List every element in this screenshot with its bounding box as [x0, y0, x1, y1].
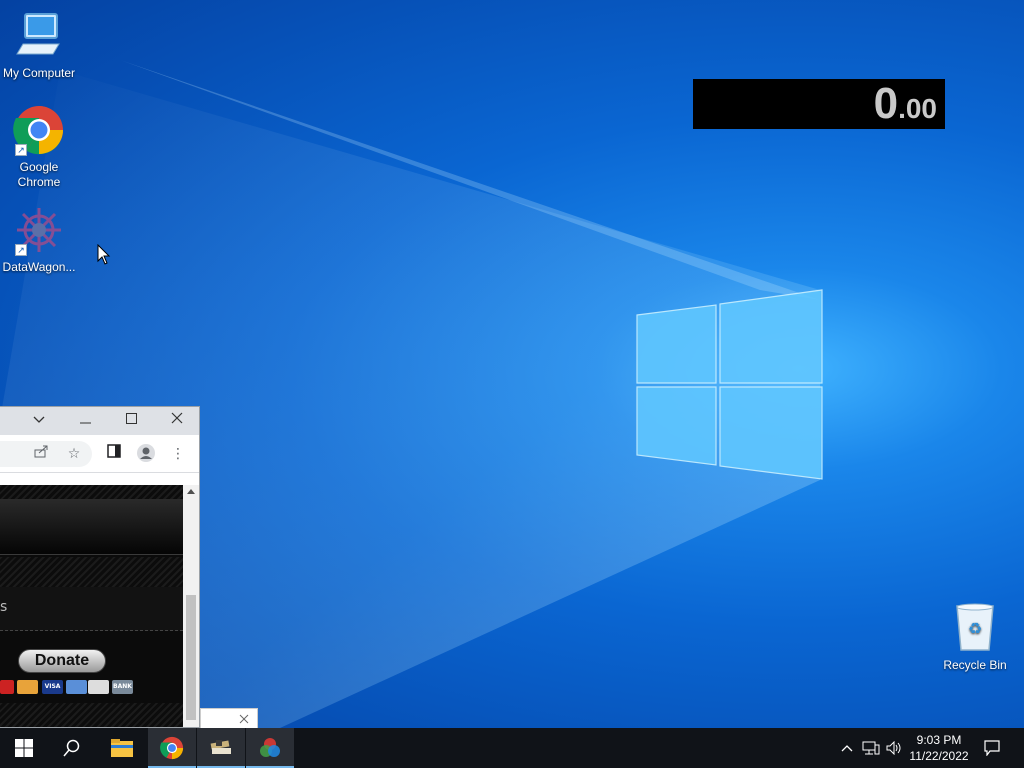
visa-icon: VISA — [42, 680, 63, 694]
taskbar-clock[interactable]: 9:03 PM 11/22/2022 — [905, 728, 973, 768]
color-triangle-icon — [260, 738, 280, 757]
tab-search-chevron-icon[interactable] — [23, 407, 55, 435]
recycle-bin-label: Recycle Bin — [943, 658, 1007, 672]
minimize-button[interactable] — [69, 407, 101, 435]
page-partial-text: s — [0, 599, 8, 615]
scrollbar-thumb[interactable] — [186, 595, 196, 720]
taskbar-color-app[interactable] — [246, 728, 294, 768]
page-section: s — [0, 587, 183, 631]
datawagon-desktop-icon[interactable]: ↗ DataWagon... — [0, 204, 78, 275]
chrome-icon — [160, 736, 184, 760]
maximize-button[interactable] — [115, 407, 147, 435]
bank-label: BANK — [113, 683, 132, 690]
show-hidden-icons-chevron-icon[interactable] — [838, 728, 856, 768]
side-panel-icon[interactable] — [103, 443, 125, 465]
notification-popup[interactable] — [200, 708, 258, 728]
computer-icon — [13, 10, 65, 62]
network-icon[interactable] — [860, 728, 882, 768]
scroll-up-arrow-icon[interactable] — [187, 489, 195, 494]
card-logo-icon — [0, 680, 14, 694]
timer-display: 0.00 — [693, 79, 945, 129]
bookmark-star-icon[interactable]: ☆ — [63, 443, 85, 465]
profile-avatar-icon[interactable] — [135, 443, 157, 465]
page-footer-stripe — [0, 703, 183, 727]
shortcut-arrow-icon: ↗ — [15, 144, 27, 156]
google-chrome-desktop-icon[interactable]: ↗ Google Chrome — [0, 104, 78, 190]
visa-label: VISA — [44, 683, 61, 690]
close-button[interactable] — [161, 407, 193, 435]
mouse-cursor-icon — [97, 244, 111, 265]
page-header-stripe — [0, 485, 183, 499]
close-notification-icon[interactable] — [239, 714, 249, 724]
my-computer-label: My Computer — [2, 66, 76, 80]
taskbar-google-chrome[interactable] — [148, 728, 196, 768]
start-button[interactable] — [0, 728, 48, 768]
donate-button[interactable]: Donate — [18, 649, 106, 673]
shortcut-arrow-icon: ↗ — [15, 244, 27, 256]
clock-date: 11/22/2022 — [909, 749, 969, 763]
volume-icon[interactable] — [884, 728, 904, 768]
taskbar-file-explorer[interactable] — [98, 728, 146, 768]
discover-icon — [88, 680, 109, 694]
page-scrollbar[interactable] — [183, 485, 199, 727]
timer-fraction: .00 — [898, 93, 937, 124]
more-menu-icon[interactable]: ⋮ — [167, 443, 189, 465]
taskbar-app-stack[interactable] — [197, 728, 245, 768]
action-center-button[interactable] — [978, 728, 1006, 768]
chrome-browser-window[interactable]: ☆ ⋮ s Donate VISA BANK — [0, 406, 200, 728]
taskbar: 9:03 PM 11/22/2022 — [0, 728, 1024, 768]
datawagon-icon: ↗ — [13, 204, 65, 256]
app-stack-icon — [210, 740, 231, 754]
page-nav-stripe — [0, 557, 183, 587]
folder-icon — [111, 739, 133, 757]
svg-text:♻: ♻ — [968, 619, 982, 638]
page-banner — [0, 499, 183, 555]
notification-icon — [984, 740, 1000, 756]
amex-icon — [66, 680, 87, 694]
browser-titlebar[interactable] — [0, 407, 199, 435]
recycle-bin-icon: ♻ — [949, 602, 1001, 654]
chrome-icon: ↗ — [13, 104, 65, 156]
clock-time: 9:03 PM — [916, 733, 962, 747]
windows-start-icon — [15, 739, 33, 757]
browser-toolbar: ☆ ⋮ — [0, 435, 199, 473]
recycle-bin-desktop-icon[interactable]: ♻ Recycle Bin — [936, 602, 1014, 673]
share-icon[interactable] — [31, 443, 53, 465]
my-computer-desktop-icon[interactable]: My Computer — [0, 10, 78, 81]
search-button[interactable] — [48, 728, 96, 768]
search-icon — [63, 739, 80, 757]
google-chrome-label: Google Chrome — [17, 160, 61, 189]
timer-whole: 0 — [873, 79, 899, 128]
windows-logo-wallpaper — [636, 289, 823, 480]
bank-icon: BANK — [112, 680, 133, 694]
mastercard-icon — [17, 680, 38, 694]
datawagon-label: DataWagon... — [2, 260, 76, 274]
